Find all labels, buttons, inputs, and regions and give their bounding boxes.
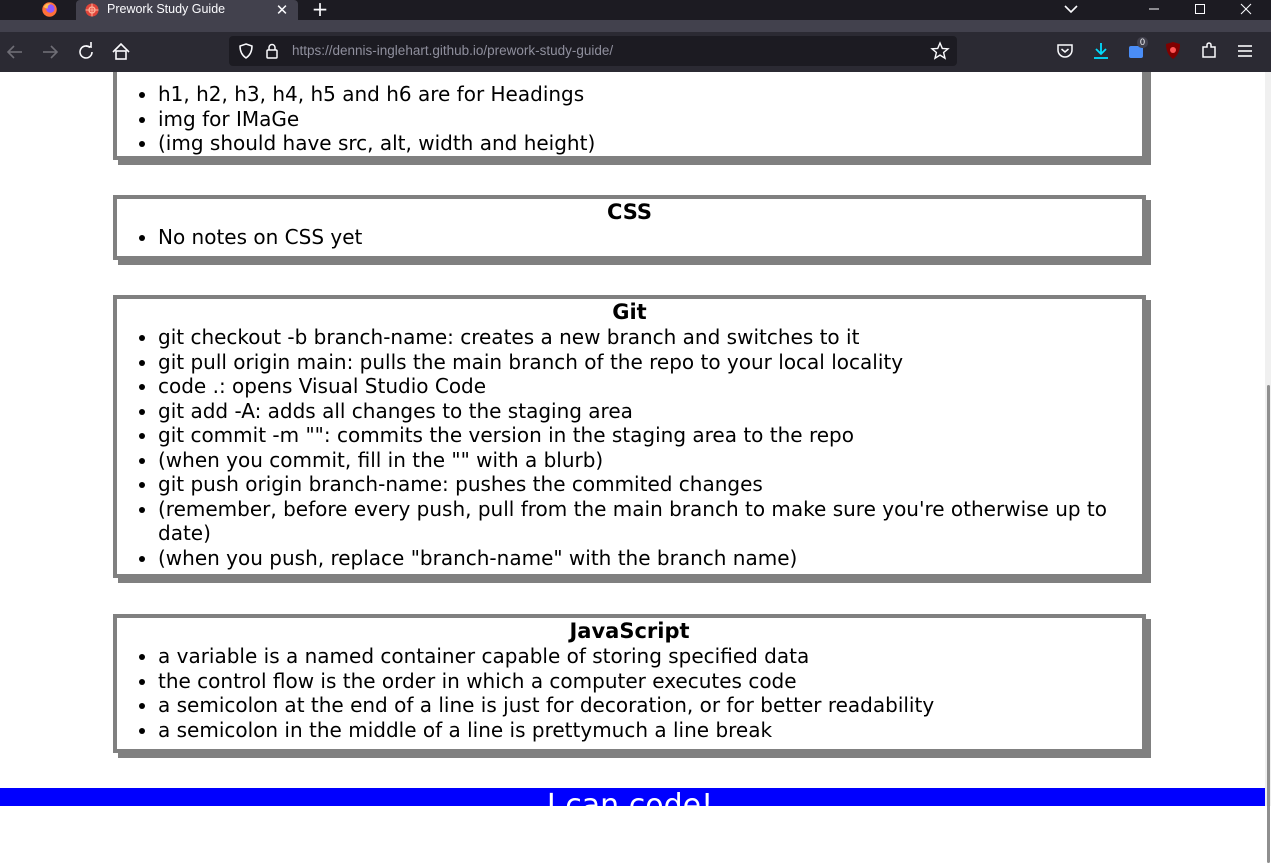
list-all-tabs-chevron-icon[interactable] bbox=[1059, 0, 1083, 20]
ublock-origin-icon[interactable] bbox=[1161, 39, 1185, 63]
url-host: https://dennis-inglehart.github.io bbox=[292, 43, 484, 58]
url-text[interactable]: https://dennis-inglehart.github.io/prewo… bbox=[292, 43, 613, 58]
extension-button[interactable]: 0 bbox=[1125, 37, 1149, 63]
list-item: git add -A: adds all changes to the stag… bbox=[158, 399, 1142, 424]
extension-badge: 0 bbox=[1137, 37, 1149, 48]
back-arrow-icon[interactable] bbox=[2, 39, 28, 65]
address-bar[interactable]: https://dennis-inglehart.github.io/prewo… bbox=[229, 36, 957, 66]
section-card: JavaScript a variable is a named contain… bbox=[113, 614, 1146, 753]
list-item: git push origin branch-name: pushes the … bbox=[158, 472, 1142, 497]
tab-title: Prework Study Guide bbox=[107, 2, 226, 16]
javascript-notes-list: a variable is a named container capable … bbox=[117, 644, 1142, 742]
section-title: JavaScript bbox=[569, 619, 690, 643]
tab-close-icon[interactable]: ✕ bbox=[274, 0, 290, 20]
list-item: No notes on CSS yet bbox=[158, 225, 1142, 250]
list-item: git pull origin main: pulls the main bra… bbox=[158, 350, 1142, 375]
close-icon bbox=[1240, 3, 1252, 15]
tab-prework-study-guide[interactable]: Prework Study Guide ✕ bbox=[76, 0, 298, 20]
list-item: img for IMaGe bbox=[158, 107, 1142, 132]
scrollbar-thumb[interactable] bbox=[1267, 385, 1270, 863]
list-item: (when you commit, fill in the "" with a … bbox=[158, 448, 1142, 473]
tab-bar: Prework Study Guide ✕ + bbox=[0, 0, 1271, 20]
section-title: Git bbox=[612, 300, 647, 324]
bookmark-star-icon[interactable] bbox=[930, 41, 950, 61]
section-javascript: JavaScript a variable is a named contain… bbox=[113, 614, 1151, 758]
navigation-toolbar: https://dennis-inglehart.github.io/prewo… bbox=[0, 32, 1271, 72]
footer-banner: I can code! bbox=[0, 788, 1271, 806]
list-item: (img should have src, alt, width and hei… bbox=[158, 131, 1142, 156]
list-item: a variable is a named container capable … bbox=[158, 644, 1142, 669]
minimize-button[interactable] bbox=[1131, 0, 1177, 20]
html-notes-list: h1, h2, h3, h4, h5 and h6 are for Headin… bbox=[117, 82, 1142, 156]
section-css: CSS No notes on CSS yet bbox=[113, 195, 1151, 265]
forward-arrow-icon[interactable] bbox=[37, 39, 63, 65]
firefox-logo-icon[interactable] bbox=[41, 1, 58, 18]
pocket-icon[interactable] bbox=[1053, 39, 1077, 63]
list-item: the control flow is the order in which a… bbox=[158, 669, 1142, 694]
downloads-icon[interactable] bbox=[1089, 39, 1113, 63]
list-item: git commit -m "": commits the version in… bbox=[158, 423, 1142, 448]
hamburger-menu-icon[interactable] bbox=[1233, 39, 1257, 63]
url-path: /prework-study-guide/ bbox=[483, 43, 614, 58]
section-title: CSS bbox=[606, 200, 653, 224]
close-window-button[interactable] bbox=[1223, 0, 1269, 20]
new-tab-button[interactable]: + bbox=[309, 0, 331, 20]
list-item: a semicolon at the end of a line is just… bbox=[158, 693, 1142, 718]
list-item: h1, h2, h3, h4, h5 and h6 are for Headin… bbox=[158, 82, 1142, 107]
section-card: CSS No notes on CSS yet bbox=[113, 195, 1146, 260]
list-item: (remember, before every push, pull from … bbox=[158, 497, 1142, 546]
list-item: (when you push, replace "branch-name" wi… bbox=[158, 546, 1142, 571]
section-card: h1, h2, h3, h4, h5 and h6 are for Headin… bbox=[113, 72, 1146, 160]
site-favicon-icon bbox=[85, 3, 99, 17]
list-item: code .: opens Visual Studio Code bbox=[158, 374, 1142, 399]
page-viewport: h1, h2, h3, h4, h5 and h6 are for Headin… bbox=[0, 72, 1271, 806]
css-notes-list: No notes on CSS yet bbox=[117, 225, 1142, 250]
lock-icon[interactable] bbox=[264, 42, 280, 60]
git-notes-list: git checkout -b branch-name: creates a n… bbox=[117, 325, 1142, 570]
minimize-icon bbox=[1149, 8, 1159, 10]
maximize-button[interactable] bbox=[1177, 0, 1223, 20]
tracking-protection-shield-icon[interactable] bbox=[237, 42, 255, 60]
tab-strip-underline bbox=[0, 20, 1271, 32]
footer-text: I can code! bbox=[546, 788, 714, 806]
home-icon[interactable] bbox=[108, 39, 134, 65]
section-html: h1, h2, h3, h4, h5 and h6 are for Headin… bbox=[113, 72, 1151, 165]
extensions-puzzle-icon[interactable] bbox=[1197, 39, 1221, 63]
list-item: a semicolon in the middle of a line is p… bbox=[158, 718, 1142, 743]
maximize-icon bbox=[1195, 4, 1205, 14]
section-card: Git git checkout -b branch-name: creates… bbox=[113, 295, 1146, 578]
section-git: Git git checkout -b branch-name: creates… bbox=[113, 295, 1151, 583]
page-scrollbar[interactable] bbox=[1265, 72, 1271, 863]
list-item: git checkout -b branch-name: creates a n… bbox=[158, 325, 1142, 350]
reload-icon[interactable] bbox=[73, 39, 99, 65]
